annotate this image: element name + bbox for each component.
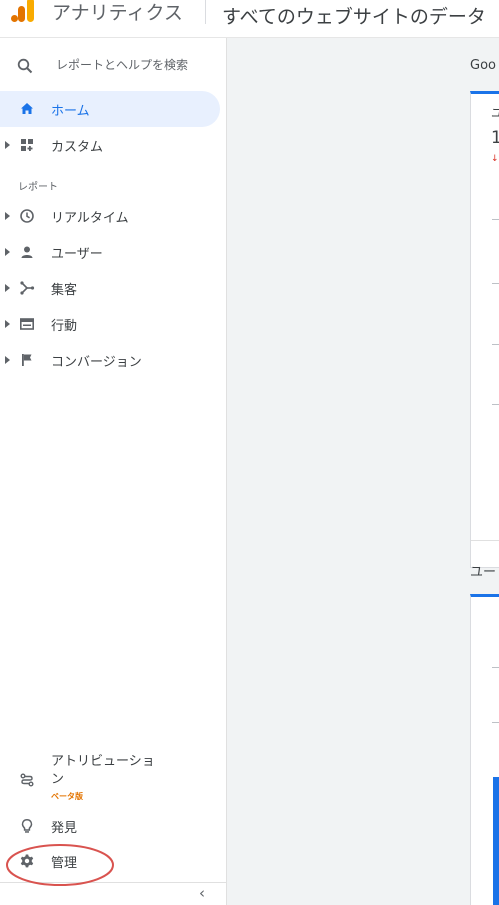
chart-gridline — [492, 283, 499, 284]
analytics-logo-icon[interactable] — [7, 0, 41, 26]
sidebar-item-discover[interactable]: 発見 — [0, 808, 220, 844]
card-metric-value: 1 — [491, 128, 499, 148]
behavior-icon — [19, 316, 35, 332]
section-heading: ユー — [470, 565, 497, 580]
overview-card: ユ 1 ↓ — [470, 91, 499, 568]
app-title: アナリティクス — [52, 2, 183, 24]
title-divider — [205, 0, 206, 24]
chart-gridline — [492, 722, 499, 723]
search-placeholder: レポートとヘルプを検索 — [56, 58, 189, 72]
chart-gridline — [492, 219, 499, 220]
dashboard-icon — [19, 137, 35, 153]
chart-bar — [493, 777, 499, 905]
flag-icon — [19, 352, 35, 368]
sidebar-item-label: ユーザー — [51, 247, 103, 262]
sidebar-item-label: 発見 — [51, 821, 78, 836]
sidebar-item-label: ホーム — [51, 104, 90, 119]
lightbulb-icon — [19, 818, 35, 834]
search-icon — [17, 58, 33, 74]
expand-caret-icon[interactable] — [5, 248, 10, 256]
expand-caret-icon[interactable] — [5, 320, 10, 328]
card-trend-indicator: ↓ — [491, 154, 499, 164]
sidebar-item-custom[interactable]: カスタム — [0, 127, 220, 163]
expand-caret-icon[interactable] — [5, 212, 10, 220]
attribution-icon — [19, 772, 35, 788]
page-heading: Goo — [470, 58, 496, 73]
acquisition-icon — [19, 280, 35, 296]
sidebar-item-label: カスタム — [51, 140, 104, 155]
sidebar: レポートとヘルプを検索 ホーム カスタム レポート リアルタイム ユーザー 集客… — [0, 38, 227, 905]
highlight-circle-annotation — [6, 844, 114, 886]
card-metric-label: ユ — [491, 106, 499, 120]
reports-section-header: レポート — [18, 182, 58, 193]
expand-caret-icon[interactable] — [5, 356, 10, 364]
sidebar-item-label: リアルタイム — [51, 211, 129, 226]
sidebar-item-conversions[interactable]: コンバージョン — [0, 342, 220, 378]
person-icon — [19, 244, 35, 260]
account-selector[interactable]: すべてのウェブサイトのデータ — [222, 2, 486, 29]
sidebar-item-behavior[interactable]: 行動 — [0, 306, 220, 342]
expand-caret-icon[interactable] — [5, 141, 10, 149]
expand-caret-icon[interactable] — [5, 284, 10, 292]
sidebar-item-label: 集客 — [51, 283, 78, 298]
home-icon — [19, 101, 35, 117]
sidebar-item-label: 行動 — [51, 319, 78, 334]
clock-icon — [19, 208, 35, 224]
users-card — [470, 594, 499, 905]
chart-gridline — [492, 404, 499, 405]
sidebar-item-attribution[interactable]: アトリビューション ベータ版 — [0, 751, 220, 807]
sidebar-item-realtime[interactable]: リアルタイム — [0, 198, 220, 234]
chart-gridline — [492, 667, 499, 668]
search-box[interactable]: レポートとヘルプを検索 — [0, 38, 227, 90]
sidebar-item-label: アトリビューション — [51, 754, 155, 787]
chart-gridline — [492, 344, 499, 345]
chevron-left-icon: ‹ — [199, 884, 205, 902]
top-bar: アナリティクス すべてのウェブサイトのデータ — [0, 0, 499, 38]
sidebar-item-label: コンバージョン — [51, 355, 142, 370]
sidebar-item-acquisition[interactable]: 集客 — [0, 270, 220, 306]
sidebar-item-home[interactable]: ホーム — [0, 91, 220, 127]
beta-badge: ベータ版 — [51, 792, 83, 801]
sidebar-item-users[interactable]: ユーザー — [0, 234, 220, 270]
main-content: Goo ユ 1 ↓ ユー — [227, 38, 499, 905]
